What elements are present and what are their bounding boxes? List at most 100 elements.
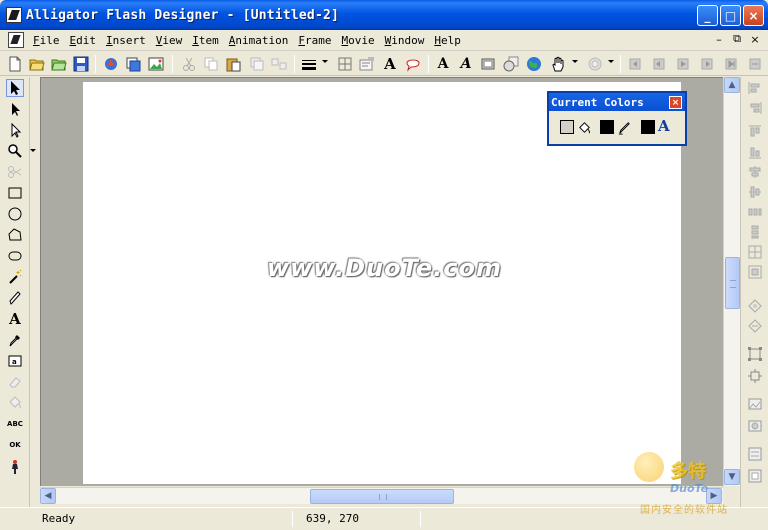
scroll-up-button[interactable]: ▲ (724, 77, 740, 93)
menu-window[interactable]: Window (380, 31, 430, 50)
align-top-icon[interactable] (746, 123, 764, 141)
close-button[interactable]: × (743, 5, 764, 26)
line-width-dropdown[interactable] (322, 60, 328, 63)
maximize-button[interactable]: □ (720, 5, 741, 26)
globe-icon[interactable] (525, 55, 543, 73)
eyedropper-icon[interactable] (6, 331, 24, 349)
rectangle-icon[interactable] (6, 184, 24, 202)
mdi-close-button[interactable]: × (748, 32, 762, 46)
scroll-left-button[interactable]: ◀ (40, 488, 56, 504)
play-icon[interactable] (674, 55, 692, 73)
transform-icon[interactable] (746, 345, 764, 363)
horizontal-scroll-thumb[interactable] (310, 489, 454, 504)
title-bar[interactable]: Alligator Flash Designer - [Untitled-2] … (0, 0, 768, 30)
vertical-scrollbar[interactable]: ▲ ▼ (723, 77, 740, 486)
rounded-rect-icon[interactable] (6, 247, 24, 265)
zoom-tool-dropdown[interactable] (30, 149, 36, 152)
eraser-icon[interactable] (6, 373, 24, 391)
open-project-icon[interactable] (50, 55, 68, 73)
vertical-scroll-thumb[interactable] (725, 257, 740, 309)
hand-dropdown[interactable] (572, 60, 578, 63)
mdi-minimize-button[interactable]: – (712, 32, 726, 46)
shapes-icon[interactable] (502, 55, 520, 73)
minimize-button[interactable]: _ (697, 5, 718, 26)
next-frame-icon[interactable] (698, 55, 716, 73)
grid-icon[interactable] (336, 55, 354, 73)
ellipse-icon[interactable] (6, 205, 24, 223)
zoom-icon[interactable] (6, 142, 24, 160)
app-icon[interactable] (6, 7, 22, 23)
frame-icon[interactable] (479, 55, 497, 73)
publish-icon[interactable] (124, 55, 142, 73)
open-folder-icon[interactable] (28, 55, 46, 73)
preview-icon[interactable] (147, 55, 165, 73)
menu-item[interactable]: Item (187, 31, 224, 50)
hand-icon[interactable] (549, 55, 567, 73)
mdi-restore-button[interactable]: ⧉ (730, 32, 744, 46)
align-center-h-icon[interactable] (746, 163, 764, 181)
save-icon[interactable] (72, 55, 90, 73)
line-width-icon[interactable] (300, 55, 318, 73)
menu-insert[interactable]: Insert (101, 31, 151, 50)
bring-front-icon[interactable] (746, 297, 764, 315)
document-icon[interactable] (8, 32, 24, 48)
magic-wand-icon[interactable] (6, 268, 24, 286)
distribute-h-icon[interactable] (746, 203, 764, 221)
label-box-icon[interactable]: a (6, 352, 24, 370)
zoom-dropdown[interactable] (608, 60, 614, 63)
cut-icon[interactable] (180, 55, 198, 73)
duplicate-icon[interactable] (248, 55, 266, 73)
align-bottom-icon[interactable] (746, 143, 764, 161)
prev-frame-icon[interactable] (650, 55, 668, 73)
menu-edit[interactable]: Edit (65, 31, 102, 50)
menu-movie[interactable]: Movie (336, 31, 379, 50)
ok-button-tool-icon[interactable]: OK (6, 436, 24, 454)
menu-file[interactable]: File (28, 31, 65, 50)
new-file-icon[interactable] (6, 55, 24, 73)
palette-close-button[interactable]: × (669, 96, 682, 109)
abc-text-icon[interactable]: ABC (6, 415, 24, 433)
text-color-icon[interactable]: A (658, 117, 670, 135)
subselect-icon[interactable] (6, 100, 24, 118)
current-colors-palette[interactable]: Current Colors × A (547, 91, 687, 146)
horizontal-scrollbar[interactable]: ◀ ▶ (40, 487, 723, 504)
text-color-swatch[interactable] (641, 120, 655, 134)
distribute-v-icon[interactable] (746, 223, 764, 241)
same-size-icon[interactable] (746, 243, 764, 261)
copy-icon[interactable] (202, 55, 220, 73)
menu-view[interactable]: View (151, 31, 188, 50)
symbol-icon[interactable] (746, 417, 764, 435)
menu-frame[interactable]: Frame (293, 31, 336, 50)
character-icon[interactable] (6, 458, 24, 476)
pencil-icon[interactable] (6, 289, 24, 307)
menu-help[interactable]: Help (429, 31, 466, 50)
send-back-icon[interactable] (746, 317, 764, 335)
properties-icon[interactable] (358, 55, 376, 73)
paste-icon[interactable] (224, 55, 242, 73)
group-icon[interactable] (270, 55, 288, 73)
polygon-icon[interactable] (6, 226, 24, 244)
text-tool-icon[interactable]: A (381, 55, 399, 73)
fill-bucket-icon[interactable] (576, 119, 592, 135)
last-frame-icon[interactable] (722, 55, 740, 73)
palette-title[interactable]: Current Colors (549, 93, 685, 111)
zoom-disabled-icon[interactable] (586, 55, 604, 73)
align-center-v-icon[interactable] (746, 183, 764, 201)
font-enlarge-icon[interactable]: A (434, 55, 452, 73)
font-shrink-icon[interactable]: A (457, 55, 475, 73)
arrow-select-icon[interactable] (6, 79, 24, 97)
paint-bucket-icon[interactable] (6, 394, 24, 412)
point-edit-icon[interactable] (6, 121, 24, 139)
first-frame-icon[interactable] (626, 55, 644, 73)
fill-color-swatch[interactable] (560, 120, 574, 134)
scissors-icon[interactable] (6, 163, 24, 181)
frame-options-icon[interactable] (746, 55, 764, 73)
line-color-swatch[interactable] (600, 120, 614, 134)
speech-bubble-icon[interactable] (404, 55, 422, 73)
align-left-icon[interactable] (746, 79, 764, 97)
align-right-icon[interactable] (746, 99, 764, 117)
image-icon[interactable] (746, 395, 764, 413)
menu-animation[interactable]: Animation (224, 31, 294, 50)
scale-icon[interactable] (746, 367, 764, 385)
line-pen-icon[interactable] (616, 119, 632, 135)
